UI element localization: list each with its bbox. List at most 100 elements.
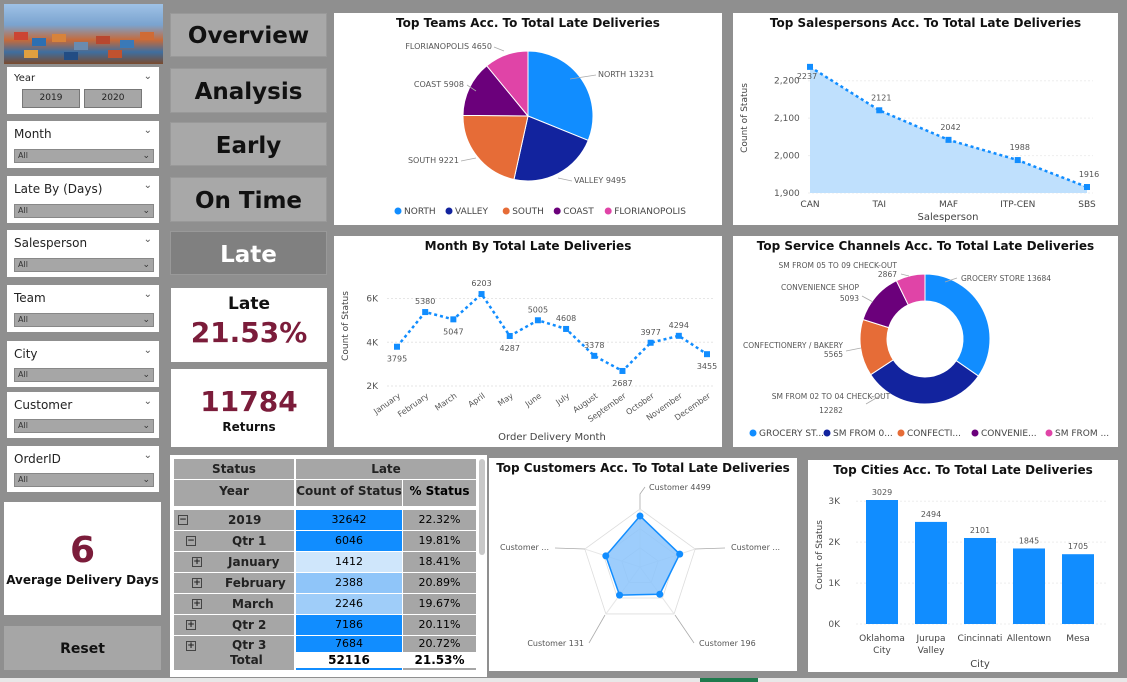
- table-row: + January 1412 18.41%: [174, 552, 476, 573]
- legend-label: VALLEY: [455, 207, 488, 217]
- nav-early-button[interactable]: Early: [170, 122, 327, 166]
- chevron-down-icon[interactable]: ⌄: [144, 71, 152, 82]
- late-by-dropdown[interactable]: All ⌄: [14, 204, 154, 218]
- legend-dot: [971, 429, 979, 437]
- teams-pie-panel: Top Teams Acc. To Total Late Deliveries …: [334, 13, 722, 225]
- nav-overview-button[interactable]: Overview: [170, 13, 327, 57]
- collapse-icon[interactable]: −: [178, 515, 188, 525]
- expand-icon[interactable]: +: [192, 599, 202, 609]
- legend-dot: [823, 429, 831, 437]
- active-page-tab[interactable]: [700, 678, 758, 682]
- avg-delivery-label: Average Delivery Days: [6, 573, 159, 587]
- matrix-count-q3: 7684: [335, 637, 363, 650]
- bar: [866, 500, 898, 624]
- radar-axis-label: Customer 131: [527, 639, 584, 648]
- year-slicer-label: Year: [14, 73, 36, 84]
- x-tick-label: February: [396, 391, 430, 419]
- x-tick-label: ITP-CEN: [1000, 200, 1035, 210]
- data-label: 5005: [528, 305, 548, 314]
- matrix-row-label: + Qtr 2: [174, 615, 294, 635]
- data-label: 2042: [940, 123, 960, 132]
- month-slicer-label: Month: [14, 127, 52, 141]
- data-label: 2101: [970, 526, 990, 535]
- chevron-down-icon[interactable]: ⌄: [144, 234, 152, 245]
- data-point: [394, 343, 400, 350]
- orderid-dropdown[interactable]: All ⌄: [14, 473, 154, 487]
- x-tick-label: Cincinnati: [958, 634, 1003, 644]
- nav-analysis-button[interactable]: Analysis: [170, 68, 327, 113]
- chevron-down-icon: ⌄: [142, 151, 150, 161]
- data-label: 4608: [556, 314, 576, 323]
- matrix-col-count[interactable]: Count of Status: [296, 480, 402, 506]
- expand-icon[interactable]: +: [192, 557, 202, 567]
- donut-leader-line: [861, 295, 874, 303]
- chevron-down-icon[interactable]: ⌄: [144, 450, 152, 461]
- chevron-down-icon[interactable]: ⌄: [144, 125, 152, 136]
- bar: [915, 521, 947, 624]
- collapse-icon[interactable]: −: [186, 536, 196, 546]
- page-tab-strip: [0, 678, 1127, 682]
- nav-on-time-button[interactable]: On Time: [170, 177, 327, 222]
- x-tick-label: Allentown: [1007, 634, 1052, 644]
- chevron-down-icon[interactable]: ⌄: [144, 180, 152, 191]
- expand-icon[interactable]: +: [192, 578, 202, 588]
- matrix-pct-cell: 18.41%: [403, 552, 476, 572]
- pie-data-label: FLORIANOPOLIS 4650: [405, 42, 492, 51]
- data-point: [704, 351, 710, 358]
- matrix-count-cell: 1412: [296, 552, 402, 572]
- team-dropdown-value: All: [18, 315, 28, 324]
- reset-button[interactable]: Reset: [4, 626, 161, 670]
- chevron-down-icon: ⌄: [142, 260, 150, 270]
- data-point: [478, 291, 485, 298]
- x-tick-label: CAN: [800, 200, 819, 210]
- year-2020-button[interactable]: 2020: [84, 89, 142, 108]
- data-label: 3977: [640, 328, 660, 337]
- team-dropdown[interactable]: All ⌄: [14, 313, 154, 327]
- matrix-col-year[interactable]: Year: [174, 480, 294, 506]
- legend-dot: [749, 429, 757, 437]
- nav-late-button[interactable]: Late: [170, 231, 327, 275]
- header-image: [4, 4, 163, 64]
- chevron-down-icon[interactable]: ⌄: [144, 289, 152, 300]
- radar-leader-line: [674, 614, 695, 644]
- chevron-down-icon[interactable]: ⌄: [144, 396, 152, 407]
- data-label: 2494: [921, 510, 941, 519]
- expand-icon[interactable]: +: [186, 641, 196, 651]
- pie-leader-line: [493, 46, 505, 52]
- salesperson-slicer: Salesperson ⌄ All ⌄: [7, 230, 159, 277]
- city-dropdown[interactable]: All ⌄: [14, 368, 154, 382]
- matrix-pct-cell: 20.11%: [403, 615, 476, 635]
- chevron-down-icon: ⌄: [142, 206, 150, 216]
- matrix-scrollbar[interactable]: [479, 459, 485, 555]
- customer-slicer: Customer ⌄ All ⌄: [7, 392, 159, 438]
- y-axis-title: Count of Status: [341, 291, 351, 361]
- teams-pie-chart: NORTH 13231 VALLEY 9495 SOUTH 9221 COAST 59…: [394, 42, 686, 217]
- matrix-col-pct[interactable]: % Status: [403, 480, 476, 506]
- data-point: [450, 316, 457, 323]
- salesperson-dropdown[interactable]: All ⌄: [14, 258, 154, 272]
- late-by-dropdown-value: All: [18, 206, 28, 215]
- legend-label: SM FROM ...: [1055, 429, 1109, 439]
- chevron-down-icon[interactable]: ⌄: [144, 345, 152, 356]
- month-dropdown[interactable]: All ⌄: [14, 149, 154, 163]
- matrix-row-label: + February: [174, 573, 294, 593]
- x-tick-label: Mesa: [1066, 634, 1090, 644]
- legend-dot-north: [394, 207, 402, 215]
- customer-dropdown[interactable]: All ⌄: [14, 419, 154, 433]
- legend-label: SM FROM 0...: [833, 429, 893, 439]
- donut-data-label: 5565: [824, 350, 843, 359]
- matrix-pct-cell: 22.32%: [403, 510, 476, 530]
- expand-icon[interactable]: +: [186, 620, 196, 630]
- radar-point: [616, 591, 624, 599]
- data-point: [534, 317, 541, 324]
- y-tick-label: 2K: [366, 382, 379, 392]
- pie-data-label: COAST 5908: [414, 80, 464, 89]
- legend-dot-south: [502, 207, 510, 215]
- radar-point: [676, 550, 684, 558]
- matrix-row-label: − 2019: [174, 510, 294, 530]
- y-tick-label: 1,900: [774, 189, 800, 199]
- team-slicer-label: Team: [14, 291, 46, 305]
- matrix-total-count: 52116: [296, 652, 402, 668]
- year-2019-button[interactable]: 2019: [22, 89, 80, 108]
- donut-data-label: 5093: [840, 294, 859, 303]
